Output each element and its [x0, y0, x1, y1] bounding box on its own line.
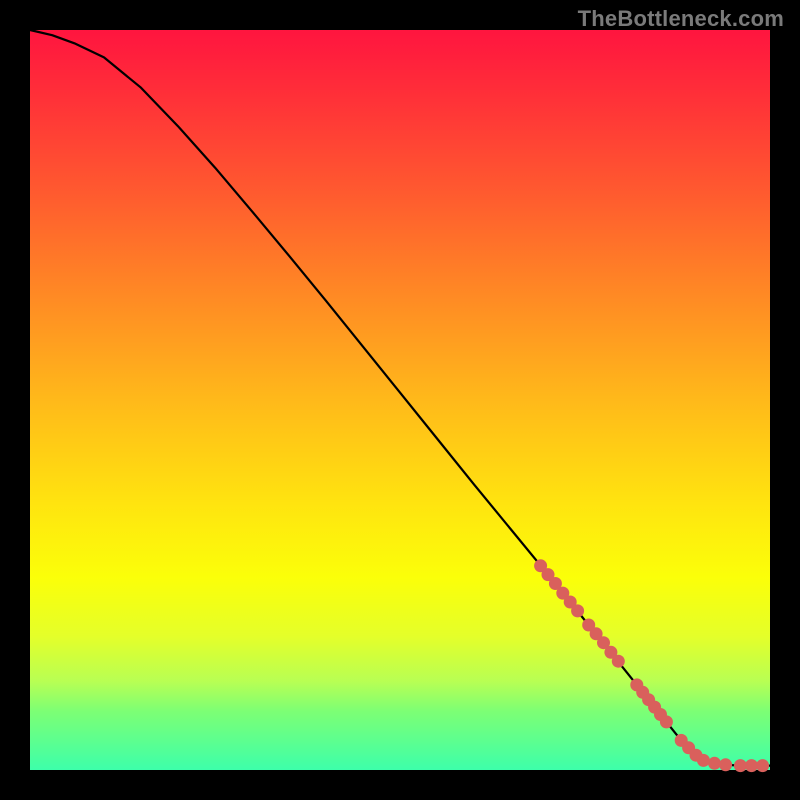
- bottleneck-curve: [30, 30, 770, 766]
- data-marker: [697, 754, 710, 767]
- watermark-text: TheBottleneck.com: [578, 6, 784, 32]
- data-marker: [660, 715, 673, 728]
- marker-group: [534, 559, 769, 772]
- data-marker: [719, 758, 732, 771]
- data-marker: [571, 604, 584, 617]
- curve-svg: [30, 30, 770, 770]
- chart-frame: TheBottleneck.com: [0, 0, 800, 800]
- data-marker: [734, 759, 747, 772]
- data-marker: [612, 655, 625, 668]
- data-marker: [745, 759, 758, 772]
- data-marker: [708, 757, 721, 770]
- plot-area: [30, 30, 770, 770]
- data-marker: [756, 759, 769, 772]
